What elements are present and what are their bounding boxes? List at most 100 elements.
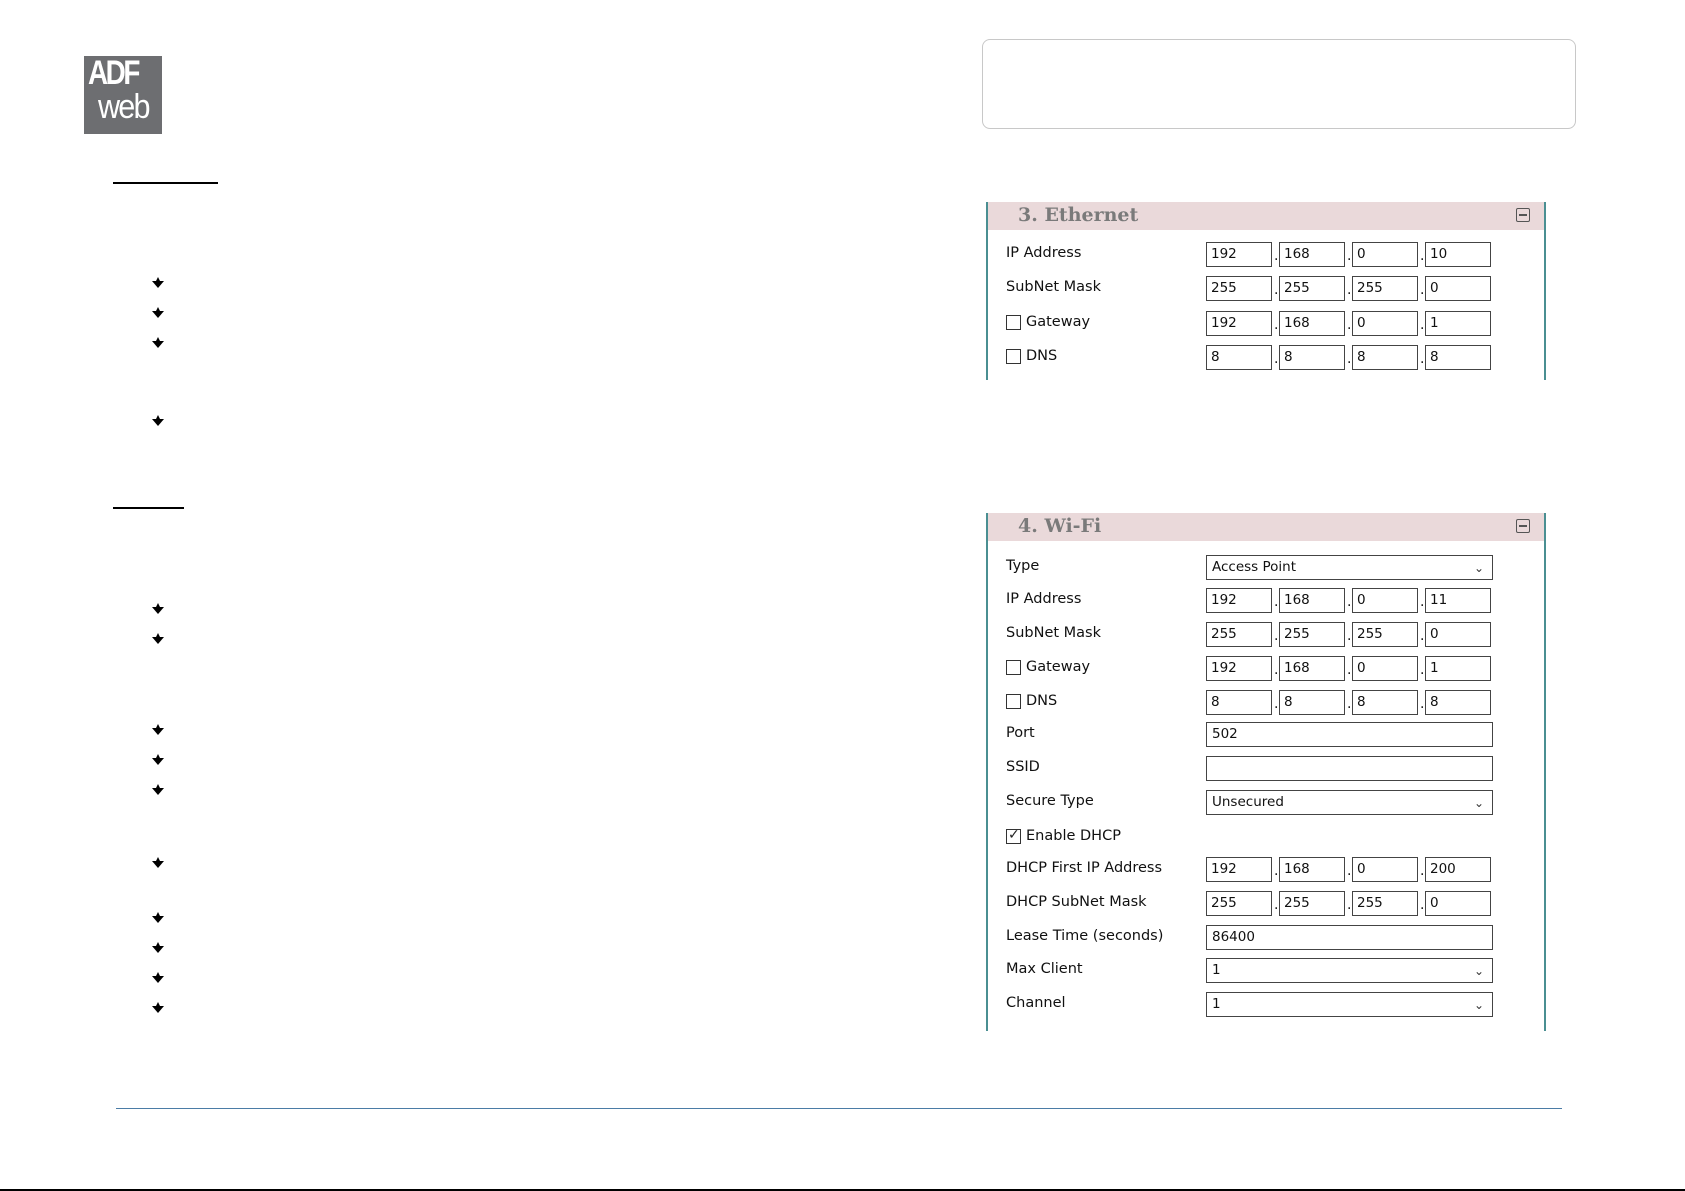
dhcp-first-input: 192. 168. 0. 200 <box>1206 857 1491 882</box>
wifi-mask-row: SubNet Mask 255. 255. 255. 0 <box>1006 620 1544 648</box>
ethernet-panel: 3. Ethernet IP Address 192. 168. 0. 10 S… <box>986 202 1546 380</box>
wifi-panel-title: 4. Wi-Fi <box>1018 515 1102 537</box>
footer-rule <box>116 1108 1562 1109</box>
dhcp-octet-4[interactable]: 200 <box>1425 857 1491 882</box>
chevron-down-icon: ⌄ <box>1473 561 1484 575</box>
chevron-down-icon: ⌄ <box>1473 998 1484 1012</box>
wifi-dns-label: DNS <box>1026 693 1058 709</box>
mask-octet-1[interactable]: 255 <box>1206 622 1272 647</box>
lease-time-label: Lease Time (seconds) <box>1006 928 1164 944</box>
dhcp-octet-2[interactable]: 168 <box>1279 857 1345 882</box>
wifi-mask-input: 255. 255. 255. 0 <box>1206 622 1491 647</box>
bullet-icon <box>151 337 165 349</box>
bullet-icon <box>151 603 165 615</box>
mask-octet-1[interactable]: 255 <box>1206 276 1272 301</box>
wifi-secure-row: Secure Type Unsecured ⌄ <box>1006 788 1544 816</box>
channel-select[interactable]: 1 ⌄ <box>1206 992 1493 1017</box>
gateway-octet-4[interactable]: 1 <box>1425 311 1491 336</box>
max-client-select[interactable]: 1 ⌄ <box>1206 958 1493 983</box>
gateway-octet-1[interactable]: 192 <box>1206 656 1272 681</box>
ip-octet-4[interactable]: 11 <box>1425 588 1491 613</box>
gateway-octet-1[interactable]: 192 <box>1206 311 1272 336</box>
channel-label: Channel <box>1006 995 1066 1011</box>
bullet-icon <box>151 784 165 796</box>
collapse-icon[interactable] <box>1516 519 1530 533</box>
mask-octet-2[interactable]: 255 <box>1279 622 1345 647</box>
dns-octet-4[interactable]: 8 <box>1425 345 1491 370</box>
ip-octet-2[interactable]: 168 <box>1279 242 1345 267</box>
ethernet-panel-title: 3. Ethernet <box>1018 204 1139 226</box>
ip-octet-1[interactable]: 192 <box>1206 242 1272 267</box>
dns-octet-2[interactable]: 8 <box>1279 345 1345 370</box>
dhcp-mask-octet-1[interactable]: 255 <box>1206 891 1272 916</box>
wifi-panel-header: 4. Wi-Fi <box>988 513 1544 541</box>
ethernet-panel-header: 3. Ethernet <box>988 202 1544 230</box>
wifi-type-select[interactable]: Access Point ⌄ <box>1206 555 1493 580</box>
bullet-icon <box>151 307 165 319</box>
max-client-label: Max Client <box>1006 961 1083 977</box>
mask-octet-3[interactable]: 255 <box>1352 622 1418 647</box>
dns-octet-3[interactable]: 8 <box>1352 690 1418 715</box>
section-heading-underline-wifi <box>113 507 184 509</box>
gateway-octet-2[interactable]: 168 <box>1279 311 1345 336</box>
bullet-icon <box>151 633 165 645</box>
gateway-checkbox[interactable] <box>1006 315 1021 330</box>
adfweb-logo: ADF web <box>84 56 162 134</box>
ethernet-gateway-label: Gateway <box>1026 314 1091 330</box>
bullet-icon <box>151 1002 165 1014</box>
secure-type-value: Unsecured <box>1212 794 1284 810</box>
logo-text-web: web <box>98 88 151 126</box>
dns-octet-3[interactable]: 8 <box>1352 345 1418 370</box>
ssid-input[interactable] <box>1206 756 1493 781</box>
gateway-octet-4[interactable]: 1 <box>1425 656 1491 681</box>
gateway-octet-3[interactable]: 0 <box>1352 311 1418 336</box>
chevron-down-icon: ⌄ <box>1473 964 1484 978</box>
dhcp-octet-3[interactable]: 0 <box>1352 857 1418 882</box>
lease-time-input[interactable]: 86400 <box>1206 925 1493 950</box>
wifi-ip-input: 192. 168. 0. 11 <box>1206 588 1491 613</box>
ip-octet-4[interactable]: 10 <box>1425 242 1491 267</box>
ip-octet-3[interactable]: 0 <box>1352 242 1418 267</box>
wifi-ssid-label: SSID <box>1006 759 1040 775</box>
dhcp-mask-octet-4[interactable]: 0 <box>1425 891 1491 916</box>
gateway-checkbox[interactable] <box>1006 660 1021 675</box>
mask-octet-3[interactable]: 255 <box>1352 276 1418 301</box>
dhcp-mask-octet-2[interactable]: 255 <box>1279 891 1345 916</box>
wifi-lease-row: Lease Time (seconds) 86400 <box>1006 923 1544 951</box>
secure-type-select[interactable]: Unsecured ⌄ <box>1206 790 1493 815</box>
bullet-icon <box>151 942 165 954</box>
wifi-secure-label: Secure Type <box>1006 793 1094 809</box>
dns-checkbox[interactable] <box>1006 694 1021 709</box>
ip-octet-3[interactable]: 0 <box>1352 588 1418 613</box>
gateway-octet-3[interactable]: 0 <box>1352 656 1418 681</box>
ip-octet-1[interactable]: 192 <box>1206 588 1272 613</box>
header-info-box <box>982 39 1576 129</box>
ip-octet-2[interactable]: 168 <box>1279 588 1345 613</box>
dns-octet-1[interactable]: 8 <box>1206 690 1272 715</box>
mask-octet-4[interactable]: 0 <box>1425 276 1491 301</box>
dns-octet-4[interactable]: 8 <box>1425 690 1491 715</box>
dhcp-mask-octet-3[interactable]: 255 <box>1352 891 1418 916</box>
wifi-ssid-row: SSID <box>1006 754 1544 782</box>
mask-octet-4[interactable]: 0 <box>1425 622 1491 647</box>
chevron-down-icon: ⌄ <box>1473 796 1484 810</box>
wifi-gateway-input: 192. 168. 0. 1 <box>1206 656 1491 681</box>
dns-octet-1[interactable]: 8 <box>1206 345 1272 370</box>
channel-value: 1 <box>1212 996 1221 1012</box>
dns-octet-2[interactable]: 8 <box>1279 690 1345 715</box>
dns-checkbox[interactable] <box>1006 349 1021 364</box>
wifi-max-client-row: Max Client 1 ⌄ <box>1006 956 1544 984</box>
dhcp-octet-1[interactable]: 192 <box>1206 857 1272 882</box>
gateway-octet-2[interactable]: 168 <box>1279 656 1345 681</box>
wifi-mask-label: SubNet Mask <box>1006 625 1102 641</box>
ethernet-ip-label: IP Address <box>1006 245 1082 261</box>
wifi-dns-input: 8. 8. 8. 8 <box>1206 690 1491 715</box>
port-input[interactable]: 502 <box>1206 722 1493 747</box>
collapse-icon[interactable] <box>1516 208 1530 222</box>
dhcp-mask-input: 255. 255. 255. 0 <box>1206 891 1491 916</box>
ethernet-mask-input: 255. 255. 255. 0 <box>1206 276 1491 301</box>
dhcp-first-label: DHCP First IP Address <box>1006 860 1163 876</box>
dhcp-mask-label: DHCP SubNet Mask <box>1006 894 1147 910</box>
enable-dhcp-checkbox[interactable] <box>1006 827 1021 844</box>
mask-octet-2[interactable]: 255 <box>1279 276 1345 301</box>
